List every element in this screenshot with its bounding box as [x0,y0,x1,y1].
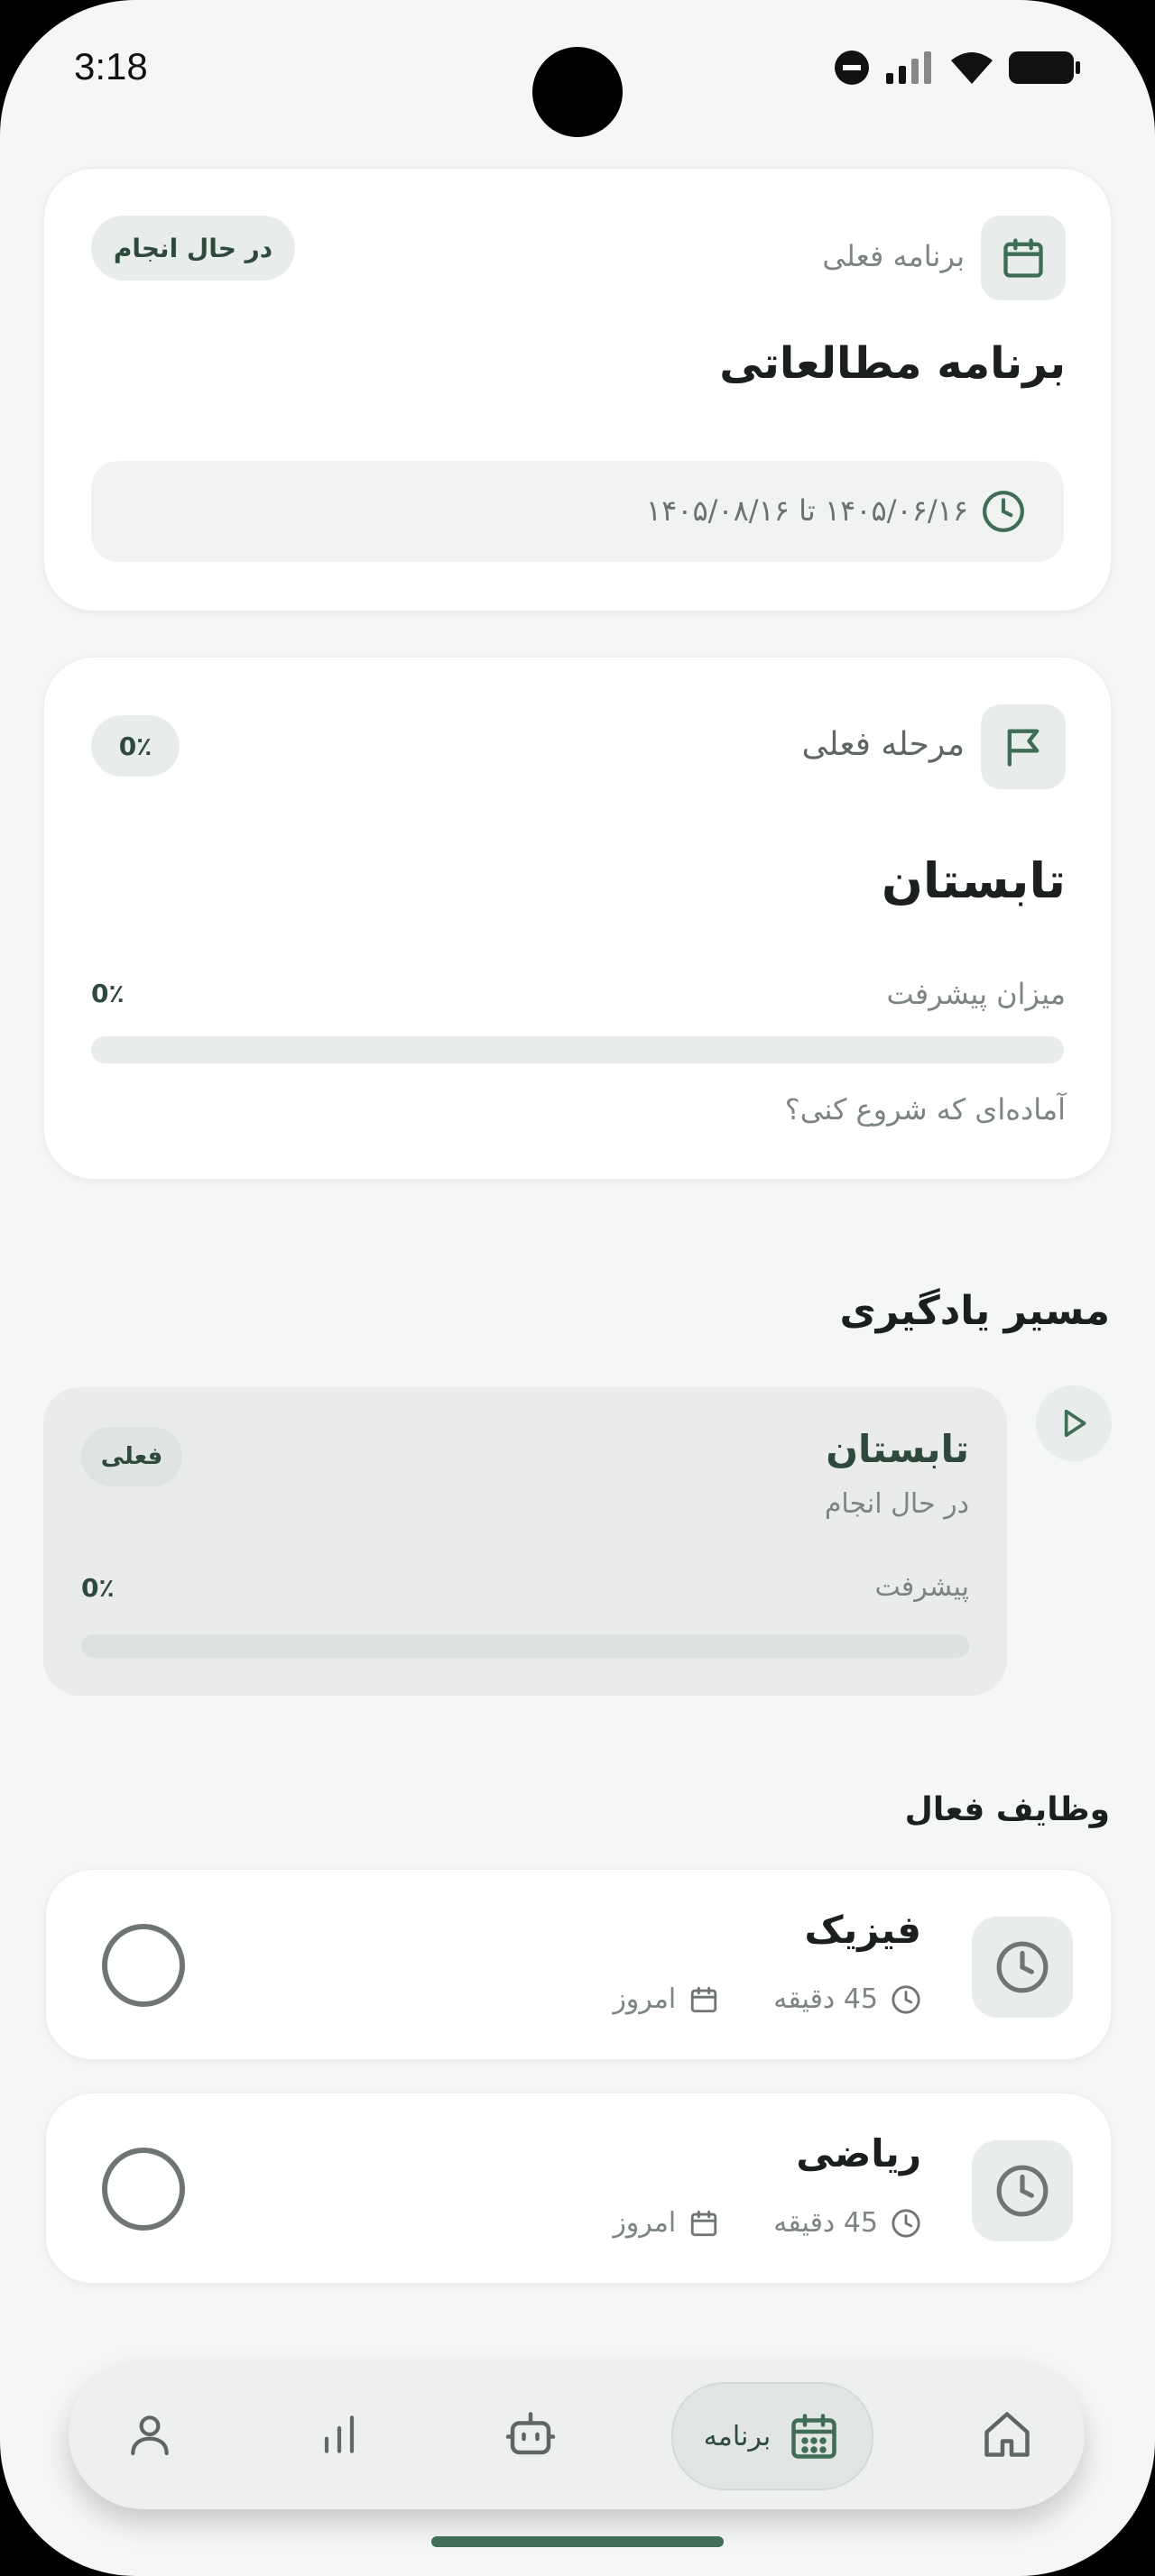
progress-value: 0٪ [91,979,125,1008]
task-duration: 45 دقیقه [773,2207,878,2239]
phone-screen: 3:18 برنامه فعلی در حال انجام برنامه مطا… [0,0,1155,2576]
bottom-nav: برنامه [69,2360,1085,2509]
program-icon-box [981,216,1066,300]
date-range: ۱۴۰۵/۰۶/۱۶ تا ۱۴۰۵/۰۸/۱۶ [645,493,968,528]
current-stage-card[interactable]: مرحله فعلی 0٪ تابستان میزان پیشرفت 0٪ آم… [43,657,1112,1180]
learning-path-heading: مسیر یادگیری [839,1288,1110,1334]
camera-cutout [532,47,623,137]
battery-icon [1009,51,1080,84]
task-title: ریاضی [796,2131,921,2176]
play-button[interactable] [1036,1385,1112,1461]
nav-home[interactable] [969,2397,1045,2472]
task-icon-box [972,2140,1073,2241]
task-complete-checkbox[interactable] [102,2148,185,2231]
calendar-icon [1003,238,1043,278]
start-hint: آماده‌ای که شروع کنی؟ [784,1092,1066,1127]
clock-icon [996,1941,1049,1993]
learning-stage-card[interactable]: تابستان در حال انجام فعلی پیشرفت 0٪ [43,1387,1007,1696]
stage-title: تابستان [881,852,1066,909]
task-complete-checkbox[interactable] [102,1924,185,2007]
task-card[interactable]: ریاضی 45 دقیقه امروز [45,2093,1112,2284]
status-time: 3:18 [74,45,148,87]
status-icons [834,50,1081,86]
calendar-icon [791,2414,837,2459]
calendar-icon [691,1986,717,2012]
active-tasks-heading: وظایف فعال [904,1791,1110,1828]
wifi-icon [951,52,993,84]
learning-stage-status: در حال انجام [824,1488,969,1520]
task-date: امروز [613,1983,677,2015]
learning-progress-label: پیشرفت [874,1571,969,1603]
status-bar: 3:18 [0,0,1155,137]
nav-stats[interactable] [301,2397,377,2472]
progress-label: میزان پیشرفت [886,977,1067,1011]
task-duration: 45 دقیقه [773,1983,878,2015]
task-title: فیزیک [804,1908,921,1952]
current-program-card[interactable]: برنامه فعلی در حال انجام برنامه مطالعاتی… [43,168,1112,612]
stage-icon-box [981,704,1066,789]
status-badge: در حال انجام [91,216,295,281]
program-title: برنامه مطالعاتی [719,338,1066,389]
nav-schedule[interactable]: برنامه [671,2382,873,2490]
clock-icon [983,491,1024,532]
clock-icon [996,2165,1049,2217]
profile-icon [131,2415,169,2456]
task-date: امروز [613,2207,677,2239]
home-indicator[interactable] [431,2536,724,2547]
play-icon [1064,1409,1086,1438]
chart-icon [324,2415,355,2453]
nav-profile[interactable] [112,2397,188,2472]
stage-label: مرحله فعلی [801,726,965,763]
program-label: برنامه فعلی [822,239,965,273]
task-card[interactable]: فیزیک 45 دقیقه امروز [45,1869,1112,2060]
dnd-icon [835,51,869,85]
learning-stage-title: تابستان [826,1427,969,1471]
calendar-icon [691,2210,717,2236]
clock-icon [892,1984,920,2014]
flag-icon [1007,729,1040,767]
task-meta: 45 دقیقه امروز [613,1983,921,2015]
robot-icon [505,2412,556,2455]
signal-icon [886,51,931,84]
nav-schedule-label: برنامه [703,2420,772,2452]
stage-percent-badge: 0٪ [91,715,180,777]
learning-progress-bar [81,1634,969,1658]
current-badge: فعلی [81,1427,182,1486]
clock-icon [892,2208,920,2238]
task-meta: 45 دقیقه امروز [613,2207,921,2239]
learning-progress-value: 0٪ [81,1573,115,1603]
date-range-box: ۱۴۰۵/۰۶/۱۶ تا ۱۴۰۵/۰۸/۱۶ [91,461,1064,562]
nav-assistant[interactable] [493,2397,568,2472]
task-icon-box [972,1917,1073,2018]
progress-bar [91,1036,1064,1063]
home-icon [984,2412,1030,2457]
